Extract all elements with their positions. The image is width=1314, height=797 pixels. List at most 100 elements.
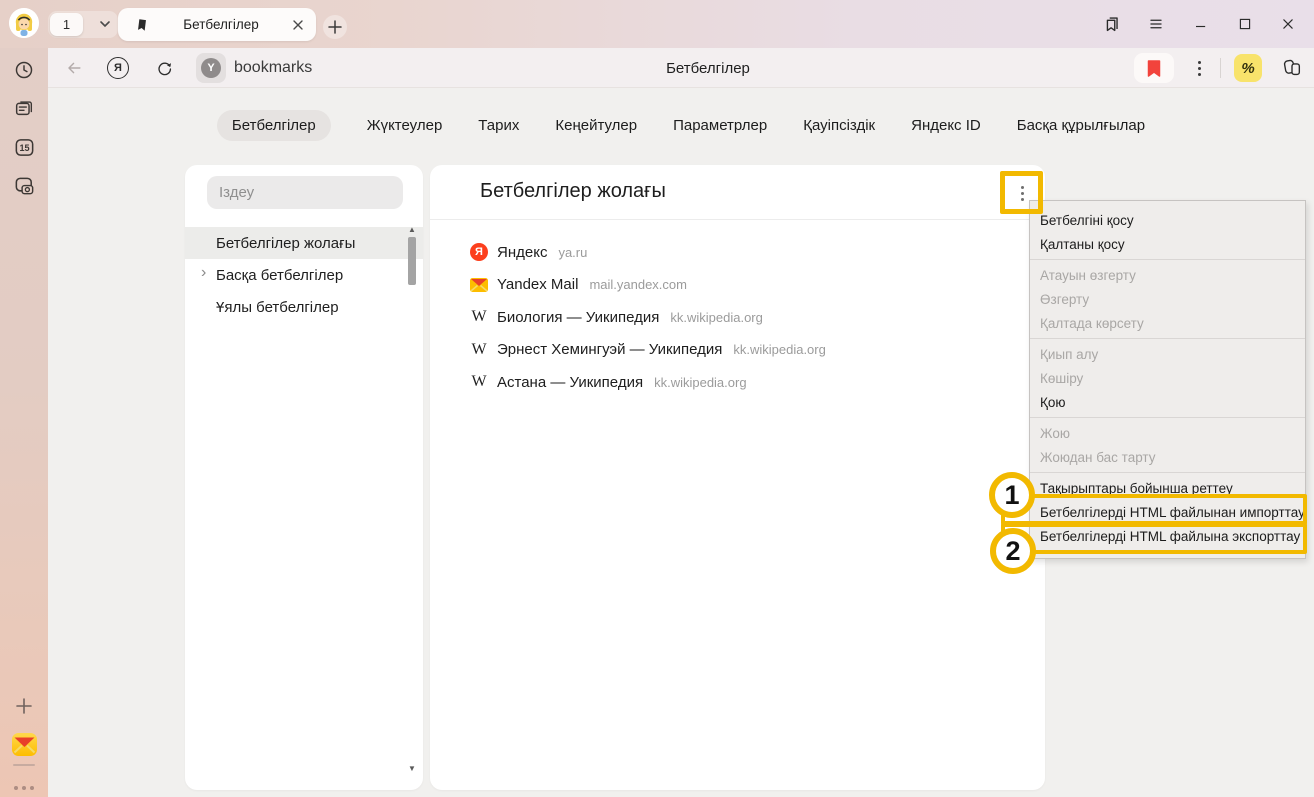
collections-icon [1281,57,1303,79]
folders-panel: Бетбелгілер жолағы › Басқа бетбелгілер Ұ… [185,165,423,790]
tab-settings[interactable]: Параметрлер [673,117,767,134]
profile-avatar[interactable] [9,8,39,38]
bookmark-url: ya.ru [558,245,587,260]
bookmark-title: Эрнест Хемингуэй — Уикипедия [497,341,722,358]
page-actions-button[interactable] [1186,48,1212,88]
camera-icon [13,175,36,198]
site-favicon: Y [201,58,221,78]
minimize-icon [1191,14,1211,34]
highlight-import-item [1001,494,1307,525]
more-tools-button[interactable] [0,770,48,797]
annotation-badge-2: 2 [990,528,1036,574]
bookmark-flag-icon [1147,60,1161,77]
folder-label: Басқа бетбелгілер [216,267,343,284]
bookmarks-search-input[interactable] [207,176,403,209]
plus-icon [15,697,33,715]
tab-extensions[interactable]: Кеңейтулер [555,117,637,134]
menu-item-delete: Жою [1030,421,1305,445]
bookmark-url: mail.yandex.com [589,277,687,292]
menu-item-paste[interactable]: Қою [1030,390,1305,414]
collections-button[interactable] [1276,48,1308,88]
yandex-logo-icon: Я [107,57,129,79]
menu-divider [1030,472,1305,473]
plus-icon [328,20,342,34]
bookmark-url: kk.wikipedia.org [654,375,747,390]
folders-scrollbar[interactable]: ▲ ▼ [405,225,419,773]
tab-other-devices[interactable]: Басқа құрылғылар [1017,117,1145,134]
folder-expand-icon[interactable]: › [201,264,206,282]
folder-bookmarks-bar[interactable]: Бетбелгілер жолағы [185,227,423,259]
bookmark-row-hemingway[interactable]: W Эрнест Хемингуэй — Уикипедия kk.wikipe… [430,334,1045,367]
girl-avatar-icon [9,8,39,38]
maximize-icon [1235,14,1255,34]
calendar-label: 15 [19,143,29,153]
scroll-up-icon[interactable]: ▲ [405,225,419,234]
calendar-button[interactable]: 15 [0,129,48,165]
promo-deals-button[interactable]: % [1234,54,1262,82]
reload-icon [155,59,174,78]
menu-divider [1030,338,1305,339]
back-button[interactable] [60,48,88,88]
folder-list: Бетбелгілер жолағы › Басқа бетбелгілер Ұ… [185,227,423,323]
feed-button[interactable] [0,90,48,126]
tab-counter[interactable]: 1 [50,13,83,36]
address-bar: Я Y bookmarks Бетбелгілер % [48,48,1314,88]
tab-yandex-id[interactable]: Яндекс ID [911,117,981,134]
minimize-button[interactable] [1187,10,1215,38]
bookmark-row-yandex[interactable]: Я Яндекс ya.ru [430,236,1045,269]
bookmarks-content-panel: Бетбелгілер жолағы Я Яндекс ya.ru Yandex… [430,165,1045,790]
menu-item-cut: Қиып алу [1030,342,1305,366]
history-button[interactable] [0,52,48,88]
tab-close-icon[interactable] [292,19,304,31]
hamburger-icon [1146,14,1166,34]
tab-security[interactable]: Қауіпсіздік [803,117,875,134]
folder-label: Ұялы бетбелгілер [216,299,339,316]
scroll-down-icon[interactable]: ▼ [405,764,419,773]
scrollbar-thumb[interactable] [408,237,416,285]
browser-menu-button[interactable] [1142,10,1170,38]
copy-tab-button[interactable] [1098,10,1126,38]
site-favicon-chip[interactable]: Y [196,53,226,83]
side-rail: 15 [0,48,48,797]
ellipsis-icon [14,786,34,790]
tabs-overview-icon [1101,13,1123,35]
tab-downloads[interactable]: Жүктеулер [367,117,443,134]
active-tab[interactable]: Бетбелгілер [118,8,316,41]
menu-divider [1030,259,1305,260]
folder-mobile-bookmarks[interactable]: Ұялы бетбелгілер [185,291,423,323]
menu-item-edit: Өзгерту [1030,287,1305,311]
header-divider [430,219,1045,220]
chevron-down-icon [97,16,113,32]
tab-strip: 1 Бетбелгілер [0,0,1314,48]
maximize-button[interactable] [1231,10,1259,38]
annotation-badge-1: 1 [989,472,1035,518]
bookmark-title: Yandex Mail [497,276,578,293]
tab-bookmark-icon [134,17,150,33]
bookmark-saved-button[interactable] [1134,53,1174,83]
tab-bookmarks[interactable]: Бетбелгілер [217,110,331,141]
yandex-search-button[interactable]: Я [104,48,132,88]
bookmark-row-biology[interactable]: W Биология — Уикипедия kk.wikipedia.org [430,301,1045,334]
close-window-button[interactable] [1274,10,1302,38]
new-tab-button[interactable] [323,15,347,39]
close-icon [1278,14,1298,34]
yandex-mail-button[interactable] [0,726,48,762]
menu-divider [1030,417,1305,418]
tab-list-control: 1 [48,11,118,38]
screenshot-button[interactable] [0,168,48,204]
feed-icon [13,97,35,119]
url-text[interactable]: bookmarks [234,48,312,88]
menu-item-add-bookmark[interactable]: Бетбелгіні қосу [1030,208,1305,232]
wikipedia-favicon: W [471,309,486,325]
bookmark-list: Я Яндекс ya.ru Yandex Mail mail.yandex.c… [430,236,1045,399]
add-panel-button[interactable] [0,688,48,724]
tab-history[interactable]: Тарих [478,117,519,134]
bookmark-row-yandex-mail[interactable]: Yandex Mail mail.yandex.com [430,269,1045,302]
wikipedia-favicon: W [471,374,486,390]
tabs-dropdown-button[interactable] [97,16,113,32]
menu-item-add-folder[interactable]: Қалтаны қосу [1030,232,1305,256]
bookmark-row-astana[interactable]: W Астана — Уикипедия kk.wikipedia.org [430,366,1045,399]
folder-label: Бетбелгілер жолағы [216,235,355,252]
folder-other-bookmarks[interactable]: › Басқа бетбелгілер [185,259,423,291]
reload-button[interactable] [150,48,178,88]
